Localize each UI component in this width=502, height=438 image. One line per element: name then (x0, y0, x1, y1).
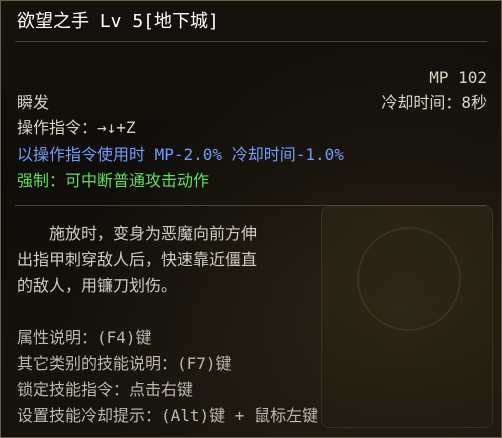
description-line: 施放时，变身为恶魔向前方伸 (17, 224, 258, 243)
description-line: 的敌人，用镰刀划伤。 (17, 276, 178, 295)
cast-type: 瞬发 (17, 93, 50, 112)
hint-line: 锁定技能指令：点击右键 (17, 380, 194, 399)
section-divider (15, 205, 487, 206)
hint-line: 设置技能冷却提示：(Alt)键 + 鼠标左键 (17, 406, 319, 425)
force-cancel: 强制：可中断普通攻击动作 (17, 171, 210, 190)
command: 操作指令：→↓+Z (17, 118, 136, 137)
background-emblem (321, 206, 493, 428)
title-divider (15, 41, 487, 42)
skill-title: 欲望之手 Lv 5[地下城] (17, 11, 219, 32)
mp-cost: MP 102 (429, 68, 487, 87)
background-ring (357, 227, 461, 331)
description-line: 出指甲刺穿敌人后，快速靠近僵直 (17, 250, 258, 269)
skill-tooltip: 欲望之手 Lv 5[地下城] MP 102 瞬发 冷却时间：8秒 操作指令：→↓… (0, 0, 502, 438)
cooldown: 冷却时间：8秒 (381, 93, 487, 112)
hint-line: 属性说明：(F4)键 (17, 328, 152, 347)
hint-line: 其它类别的技能说明：(F7)键 (17, 354, 232, 373)
command-bonus: 以操作指令使用时 MP-2.0% 冷却时间-1.0% (17, 145, 344, 164)
